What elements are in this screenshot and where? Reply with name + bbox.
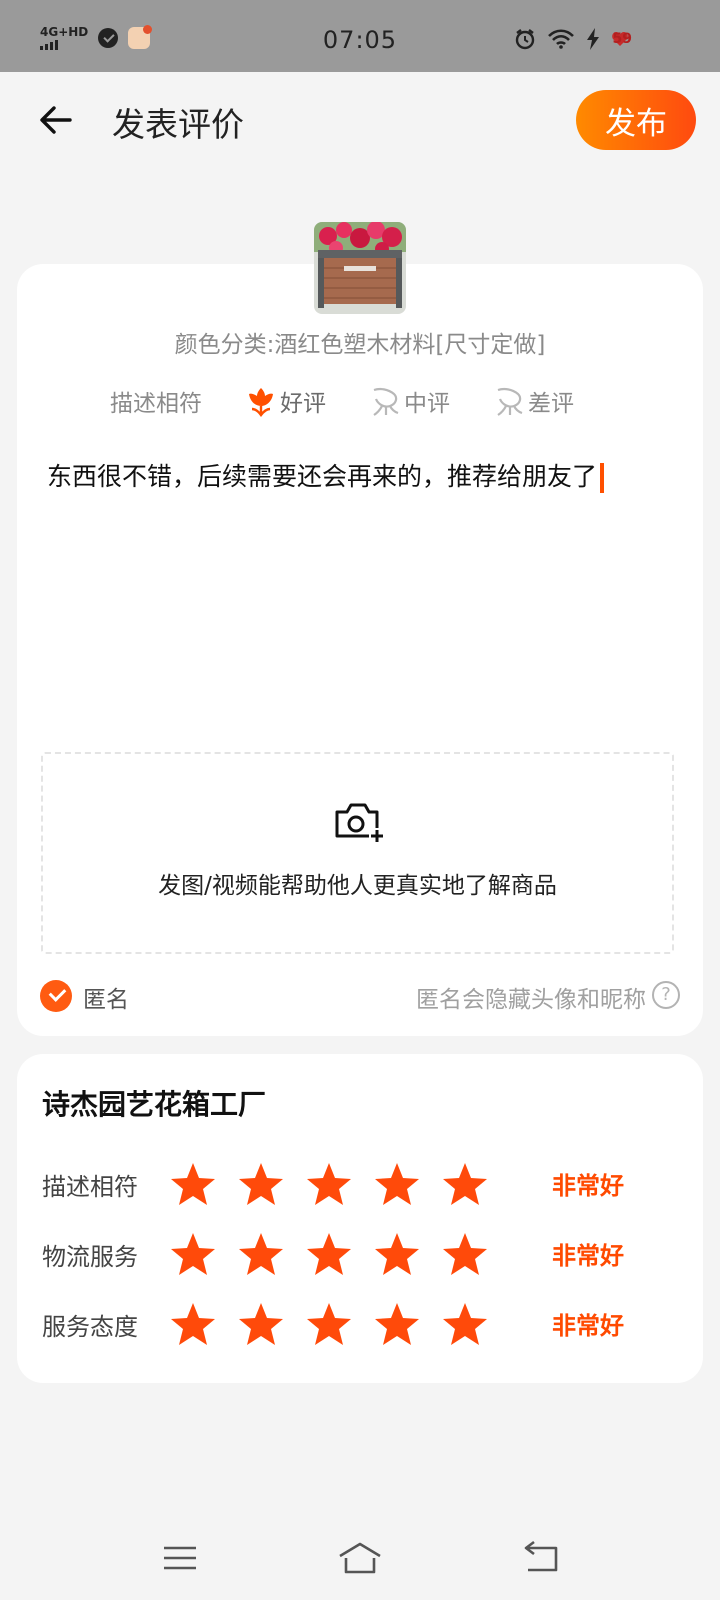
rating-option-label: 中评 [404,391,450,417]
page-title: 发表评价 [112,105,244,144]
score-label: 描述相符 [42,1173,138,1201]
back-icon[interactable] [516,1538,564,1578]
alarm-icon [515,29,535,50]
star-icon[interactable] [304,1230,354,1280]
star-icon[interactable] [236,1160,286,1210]
rating-option-good[interactable]: 好评 [244,384,326,418]
star-icon[interactable] [236,1230,286,1280]
score-row-service: 服务态度 非常好 [42,1300,682,1350]
wifi-icon [548,29,574,49]
flower-filled-icon [249,388,273,417]
score-row-logistics: 物流服务 非常好 [42,1230,682,1280]
star-icon[interactable] [372,1230,422,1280]
status-right [514,28,628,50]
system-nav-bar [0,1520,720,1600]
back-arrow-icon[interactable] [36,100,76,140]
star-icon[interactable] [304,1160,354,1210]
product-sku: 颜色分类:酒红色塑木材料[尺寸定做] [174,332,546,358]
star-rating[interactable] [168,1160,508,1210]
rating-option-label: 差评 [528,391,574,417]
text-cursor [600,463,605,493]
publish-button[interactable]: 发布 [576,90,696,150]
star-icon[interactable] [236,1300,286,1350]
flower-outline-icon [497,387,523,416]
rating-option-neutral[interactable]: 中评 [368,384,450,418]
status-bar: 4G+HD 07:05 59 [0,0,720,72]
header: 发表评价 发布 [0,72,720,168]
star-icon[interactable] [440,1230,490,1280]
anonymous-label[interactable]: 匿名 [83,980,129,1014]
star-rating[interactable] [168,1300,508,1350]
rating-label: 描述相符 [110,391,202,417]
star-icon[interactable] [372,1160,422,1210]
anonymous-hint: 匿名会隐藏头像和昵称 [416,987,646,1013]
score-text: 非常好 [552,1312,624,1340]
score-text: 非常好 [552,1172,624,1200]
score-label: 服务态度 [42,1313,138,1341]
planter-image [314,222,406,314]
media-upload-area[interactable]: 发图/视频能帮助他人更真实地了解商品 [41,752,674,954]
rating-option-bad[interactable]: 差评 [492,384,574,418]
star-icon[interactable] [168,1300,218,1350]
score-row-description: 描述相符 非常好 [42,1160,682,1210]
anonymous-checkbox[interactable] [40,980,72,1012]
charging-icon [587,28,599,50]
score-label: 物流服务 [42,1243,138,1271]
camera-add-icon [335,803,385,844]
review-input[interactable]: 东西很不错，后续需要还会再来的，推荐给朋友了 [47,457,605,493]
rating-option-label: 好评 [280,391,326,417]
star-icon[interactable] [168,1230,218,1280]
star-icon[interactable] [372,1300,422,1350]
star-icon[interactable] [304,1300,354,1350]
home-icon[interactable] [336,1538,384,1578]
star-icon[interactable] [440,1300,490,1350]
shop-name: 诗杰园艺花箱工厂 [42,1088,267,1121]
upload-hint: 发图/视频能帮助他人更真实地了解商品 [158,873,557,899]
rating-row: 描述相符 好评 中评 差评 [110,384,616,418]
help-icon[interactable]: ? [652,981,680,1009]
flower-outline-icon [373,387,399,416]
menu-icon[interactable] [156,1538,204,1578]
score-text: 非常好 [552,1242,624,1270]
star-icon[interactable] [168,1160,218,1210]
battery-level: 59 [612,31,632,47]
star-icon[interactable] [440,1160,490,1210]
review-text: 东西很不错，后续需要还会再来的，推荐给朋友了 [47,462,598,491]
star-rating[interactable] [168,1230,508,1280]
product-thumbnail[interactable] [314,222,406,314]
